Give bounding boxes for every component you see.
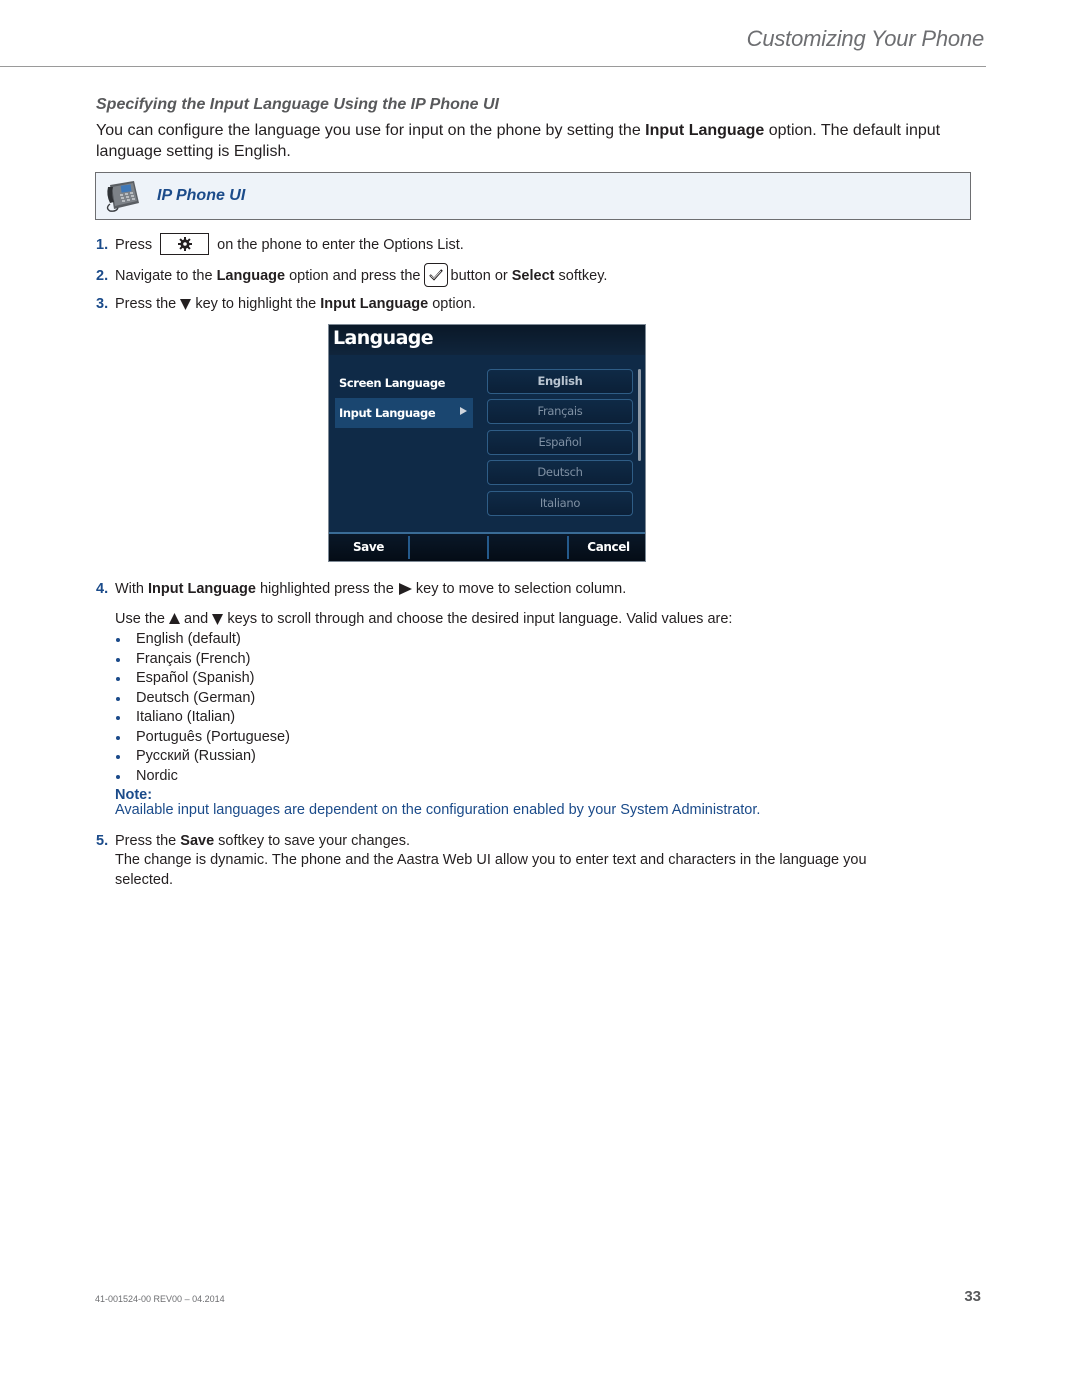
list-item: Русский (Russian) xyxy=(115,747,290,767)
down-arrow-icon xyxy=(212,614,224,626)
save-softkey[interactable]: Save xyxy=(329,534,408,561)
step-1: 1. Press on the phone to enter the Option… xyxy=(96,233,464,256)
step-text: option and press the xyxy=(285,267,421,284)
option-francais[interactable]: Français xyxy=(487,399,633,424)
step-text: softkey. xyxy=(554,267,608,284)
select-key-button xyxy=(423,263,448,287)
options-key-button xyxy=(160,233,210,255)
option-english[interactable]: English xyxy=(487,369,633,394)
header-divider xyxy=(0,66,986,67)
step-text: With xyxy=(115,581,149,597)
screen-title: Language xyxy=(333,327,434,349)
step-text: Press the xyxy=(115,296,177,312)
step-5: 5. Press the Save softkey to save your ch… xyxy=(96,831,410,851)
step-3: 3. Press the key to highlight the Input L… xyxy=(96,294,476,314)
desk-phone-icon xyxy=(104,179,142,213)
options-scrollbar[interactable] xyxy=(638,369,641,461)
phone-screen-language: Language Screen Language Input Language … xyxy=(328,324,646,562)
option-italiano[interactable]: Italiano xyxy=(487,491,633,516)
down-arrow-icon xyxy=(180,299,192,311)
section-title: Specifying the Input Language Using the … xyxy=(96,96,499,113)
softkey-bar: Save Cancel xyxy=(329,532,645,561)
list-item: Français (French) xyxy=(115,650,290,670)
step-4: 4. With Input Language highlighted press … xyxy=(96,579,626,599)
step-text: Press the xyxy=(115,833,181,849)
step-text: on the phone to enter the Options List. xyxy=(217,236,464,253)
step-text: button or xyxy=(450,267,512,284)
step-bold-term: Input Language xyxy=(148,581,256,597)
valid-values-list: English (default) Français (French) Espa… xyxy=(115,630,290,786)
option-espanol[interactable]: Español xyxy=(487,430,633,455)
intro-prefix: You can configure the language you use f… xyxy=(96,122,646,139)
step-number: 4. xyxy=(96,581,109,597)
option-deutsch[interactable]: Deutsch xyxy=(487,460,633,485)
step-number: 1. xyxy=(96,236,109,253)
step-text: option. xyxy=(428,296,476,312)
step-text: key to move to selection column. xyxy=(415,581,627,597)
cancel-softkey[interactable]: Cancel xyxy=(569,534,645,561)
list-item: Nordic xyxy=(115,767,290,787)
menu-item-input-language[interactable]: Input Language xyxy=(335,398,473,428)
list-item: Español (Spanish) xyxy=(115,669,290,689)
step-text: highlighted press the xyxy=(255,581,394,597)
menu-item-screen-language[interactable]: Screen Language xyxy=(335,368,473,398)
intro-bold-term: Input Language xyxy=(645,122,765,139)
step-text: key to highlight the xyxy=(195,296,321,312)
step-5-detail: The change is dynamic. The phone and the… xyxy=(115,852,867,888)
right-arrow-icon xyxy=(460,407,467,415)
menu-item-label: Screen Language xyxy=(339,376,446,390)
step-bold-term: Language xyxy=(216,267,286,284)
step-bold-term: Save xyxy=(180,833,215,849)
intro-paragraph: You can configure the language you use f… xyxy=(96,120,996,162)
instruction-text: keys to scroll through and choose the de… xyxy=(227,611,733,627)
note-label: Note: xyxy=(115,787,153,803)
empty-softkey[interactable] xyxy=(410,534,489,561)
page-number: 33 xyxy=(964,1288,981,1305)
scroll-instruction: Use the and keys to scroll through and c… xyxy=(115,609,732,629)
step-number: 3. xyxy=(96,296,109,312)
instruction-text: and xyxy=(184,611,209,627)
footer-doc-id: 41-001524-00 REV00 – 04.2014 xyxy=(95,1294,225,1304)
list-item: English (default) xyxy=(115,630,290,650)
step-bold-term: Select xyxy=(511,267,555,284)
note-text: Available input languages are dependent … xyxy=(115,802,761,818)
step-bold-term: Input Language xyxy=(320,296,429,312)
step-number: 5. xyxy=(96,833,109,849)
ip-phone-ui-banner: IP Phone UI xyxy=(95,172,971,220)
screen-titlebar: Language xyxy=(329,325,645,355)
checkmark-icon xyxy=(428,269,443,281)
step-text: Navigate to the xyxy=(115,267,217,284)
empty-softkey[interactable] xyxy=(489,534,568,561)
menu-item-label: Input Language xyxy=(339,406,436,420)
banner-title: IP Phone UI xyxy=(157,187,246,204)
up-arrow-icon xyxy=(169,613,181,625)
step-text: softkey to save your changes. xyxy=(214,833,411,849)
right-arrow-icon xyxy=(398,583,412,596)
step-number: 2. xyxy=(96,267,109,284)
instruction-text: Use the xyxy=(115,611,165,627)
gear-icon xyxy=(177,237,192,251)
list-item: Português (Portuguese) xyxy=(115,728,290,748)
step-text: Press xyxy=(115,236,153,253)
list-item: Italiano (Italian) xyxy=(115,708,290,728)
list-item: Deutsch (German) xyxy=(115,689,290,709)
step-2: 2. Navigate to the Language option and pr… xyxy=(96,263,608,288)
running-header-title: Customizing Your Phone xyxy=(746,26,985,51)
